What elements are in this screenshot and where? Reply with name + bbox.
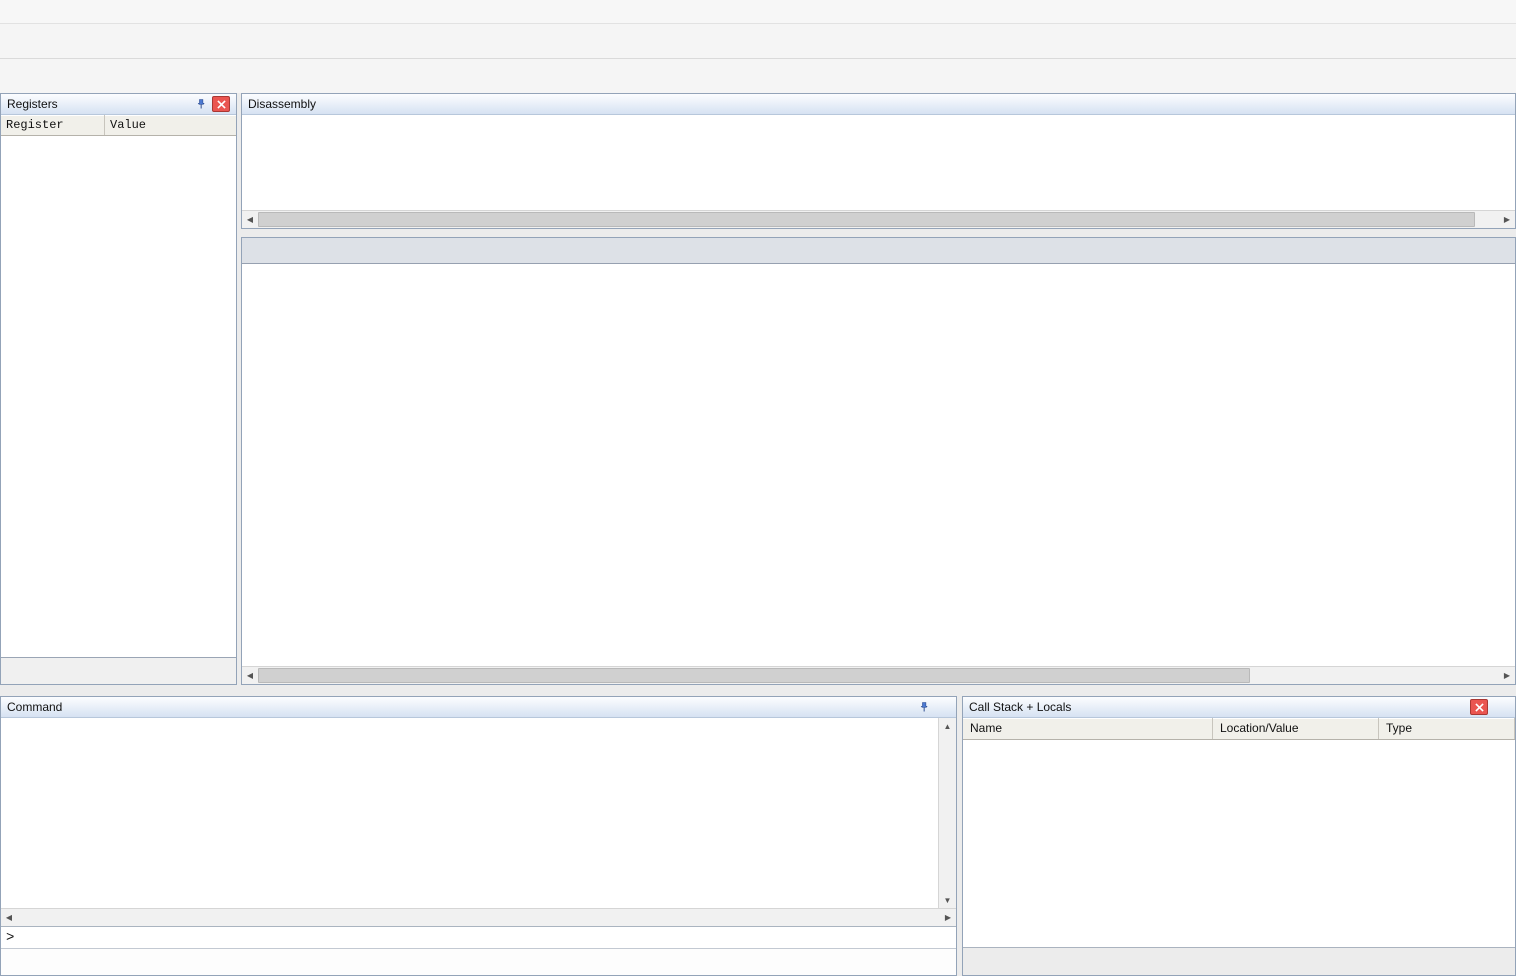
- command-output: [1, 718, 938, 908]
- registers-title: Registers: [7, 97, 190, 111]
- disassembly-hscrollbar[interactable]: ◀ ▶: [242, 210, 1515, 228]
- callstack-body: [963, 740, 1515, 947]
- close-icon[interactable]: [212, 96, 230, 112]
- command-prompt: >: [6, 930, 14, 946]
- debug-toolbar: [0, 59, 1516, 94]
- registers-tree: [1, 136, 236, 657]
- disassembly-body[interactable]: [242, 115, 1515, 210]
- scroll-up-icon[interactable]: ▲: [940, 718, 956, 734]
- column-register: Register: [1, 115, 105, 135]
- scroll-right-icon[interactable]: ▶: [940, 910, 956, 926]
- column-location-value: Location/Value: [1213, 718, 1379, 739]
- callstack-column-header: Name Location/Value Type: [963, 718, 1515, 740]
- disassembly-title: Disassembly: [248, 97, 1509, 111]
- close-icon[interactable]: [1470, 699, 1488, 715]
- scrollbar-thumb[interactable]: [258, 212, 1475, 227]
- horizontal-splitter[interactable]: [241, 229, 1516, 237]
- keil-uvision-window: Registers Register Value Disassembly: [0, 0, 1516, 976]
- pin-icon[interactable]: [916, 700, 932, 714]
- command-caption: Command: [1, 697, 956, 718]
- column-value: Value: [105, 115, 236, 135]
- column-type: Type: [1379, 718, 1515, 739]
- registers-caption: Registers: [1, 94, 236, 115]
- scroll-left-icon[interactable]: ◀: [242, 212, 258, 228]
- callstack-title: Call Stack + Locals: [969, 700, 1509, 714]
- callstack-panel: Call Stack + Locals Name Location/Value …: [962, 696, 1516, 976]
- callstack-caption: Call Stack + Locals: [963, 697, 1515, 718]
- command-input[interactable]: >: [1, 926, 956, 948]
- command-title: Command: [7, 700, 913, 714]
- scroll-left-icon[interactable]: ◀: [242, 668, 258, 684]
- disassembly-panel: Disassembly ◀ ▶: [241, 93, 1516, 229]
- workspace: Registers Register Value Disassembly: [0, 93, 1516, 685]
- disassembly-caption: Disassembly: [242, 94, 1515, 115]
- left-panel-tabs: [1, 657, 236, 684]
- command-keyword-bar: [1, 948, 956, 975]
- bottom-right-tabs: [963, 947, 1515, 975]
- command-vscrollbar[interactable]: ▲ ▼: [938, 718, 956, 908]
- editor-hscrollbar[interactable]: ◀ ▶: [242, 666, 1515, 684]
- column-name: Name: [963, 718, 1213, 739]
- command-hscrollbar[interactable]: ◀ ▶: [1, 908, 956, 926]
- editor-body[interactable]: [242, 264, 1515, 666]
- file-toolbar: [0, 24, 1516, 59]
- registers-panel: Registers Register Value: [0, 93, 237, 685]
- scroll-left-icon[interactable]: ◀: [1, 910, 17, 926]
- pin-icon[interactable]: [193, 97, 209, 111]
- command-panel: Command ▲ ▼ ◀ ▶ >: [0, 696, 957, 976]
- menubar: [0, 0, 1516, 24]
- bottom-area: Command ▲ ▼ ◀ ▶ >: [0, 696, 1516, 976]
- main-horizontal-splitter[interactable]: [0, 685, 1516, 696]
- editor-panel: ◀ ▶: [241, 237, 1516, 685]
- registers-column-header: Register Value: [1, 115, 236, 136]
- right-column: Disassembly ◀ ▶ ◀ ▶: [241, 93, 1516, 685]
- scroll-right-icon[interactable]: ▶: [1499, 212, 1515, 228]
- scroll-down-icon[interactable]: ▼: [940, 892, 956, 908]
- document-tabs: [242, 238, 1515, 264]
- scroll-right-icon[interactable]: ▶: [1499, 668, 1515, 684]
- command-output-area: ▲ ▼: [1, 718, 956, 908]
- scrollbar-thumb[interactable]: [258, 668, 1250, 683]
